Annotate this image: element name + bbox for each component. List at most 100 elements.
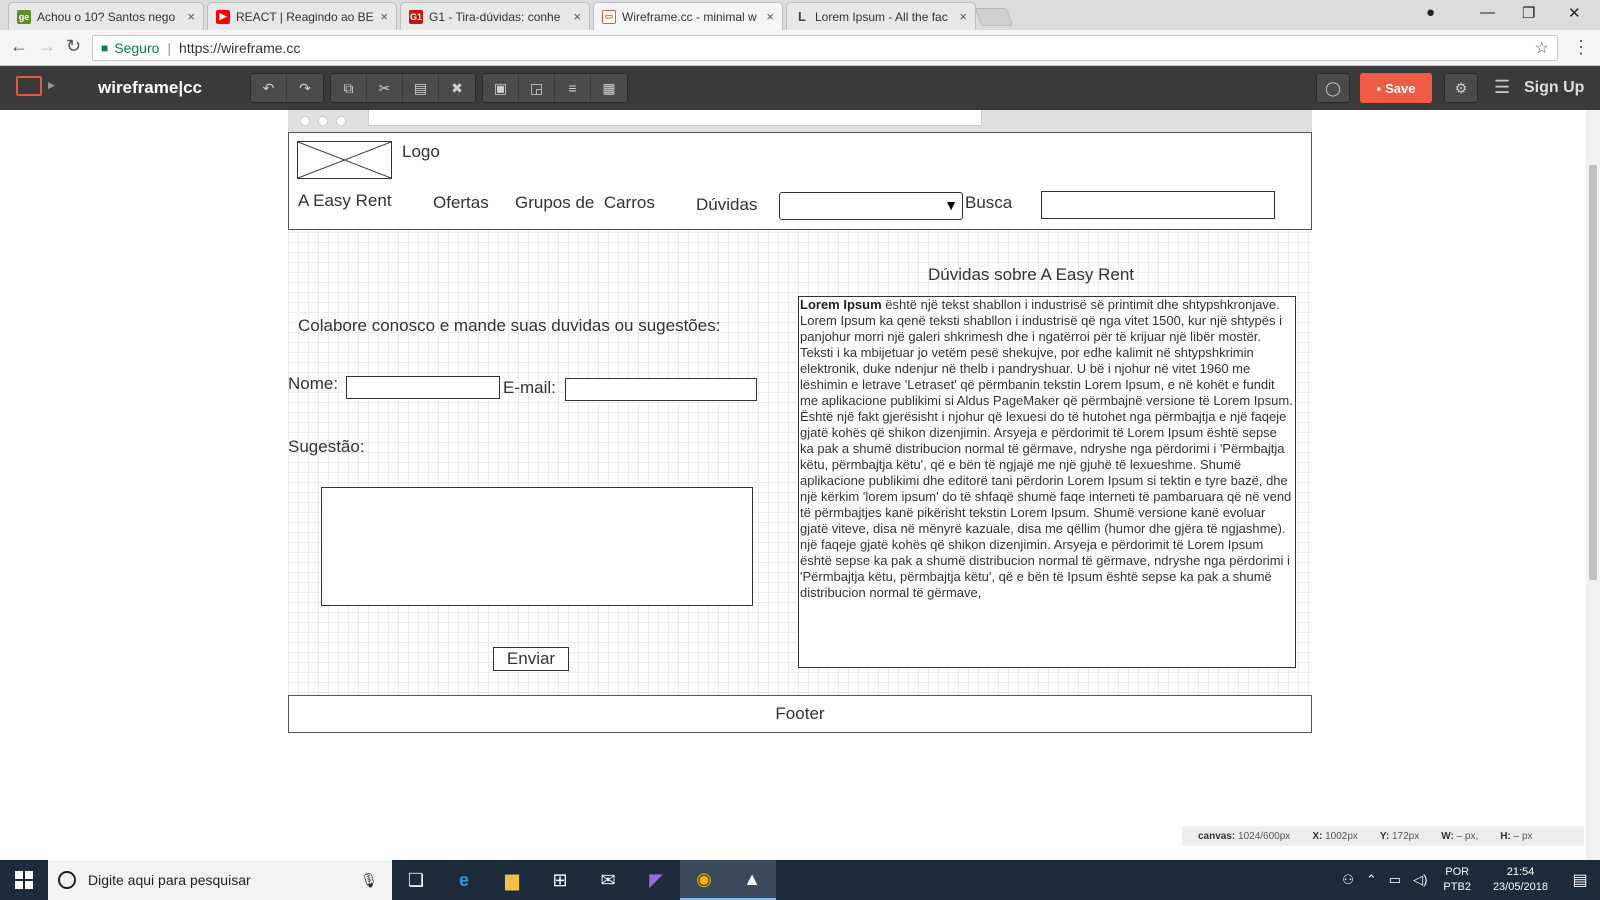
browser-tab[interactable]: ge Achou o 10? Santos nego ×: [8, 2, 204, 30]
faq-bold-lead: Lorem Ipsum: [800, 297, 882, 312]
app-toolbar: ▶ wireframe|cc ↶ ↷ ⧉ ✂ ▤ ✖ ▣ ◲ ≡ ▦ ◯ ▪ S…: [0, 66, 1600, 110]
window-dot: [300, 116, 310, 126]
forward-icon[interactable]: →: [38, 36, 56, 57]
notification-icon[interactable]: ▤: [1560, 870, 1600, 890]
undo-icon[interactable]: ↶: [251, 74, 287, 102]
tab-title: Achou o 10? Santos nego: [37, 9, 176, 24]
edge-icon[interactable]: e: [440, 860, 488, 900]
taskbar-search[interactable]: Digite aqui para pesquisar 🎙: [48, 860, 392, 900]
search-input[interactable]: [1041, 191, 1275, 219]
image-placeholder[interactable]: [297, 141, 392, 179]
browser-tab-active[interactable]: ▭ Wireframe.cc - minimal w ×: [593, 2, 783, 30]
faq-text: është një tekst shabllon i industrisë së…: [800, 297, 1293, 408]
align-icon[interactable]: ≡: [555, 74, 591, 102]
sugestao-textarea[interactable]: [321, 487, 753, 606]
save-label: Save: [1385, 80, 1416, 96]
restore-icon[interactable]: ❐: [1522, 4, 1535, 22]
paste-icon[interactable]: ▤: [403, 74, 439, 102]
nav-brand[interactable]: A Easy Rent: [298, 191, 392, 211]
dropdown-arrow-icon: ▼: [944, 197, 958, 213]
people-icon[interactable]: ⚇: [1342, 872, 1354, 888]
minimize-icon[interactable]: —: [1480, 4, 1495, 21]
share-icon[interactable]: ⚙: [1444, 73, 1478, 103]
lock-element-icon[interactable]: ▣: [483, 74, 519, 102]
visual-studio-icon[interactable]: ◤: [632, 860, 680, 900]
x-readout: X: 1002px: [1312, 830, 1358, 842]
chevron-up-icon[interactable]: ⌃: [1366, 872, 1377, 888]
save-button[interactable]: ▪ Save: [1360, 73, 1432, 103]
microphone-icon[interactable]: 🎙: [360, 872, 378, 889]
contact-heading: Colabore conosco e mande suas duvidas ou…: [298, 316, 721, 335]
task-view-icon[interactable]: ❏: [392, 860, 440, 900]
signup-link[interactable]: Sign Up: [1524, 79, 1584, 97]
reload-icon[interactable]: ↻: [66, 36, 81, 57]
canvas-status-bar: canvas: 1024/600px X: 1002px Y: 172px W:…: [1182, 826, 1584, 846]
bookmark-star-icon[interactable]: ☆: [1535, 38, 1549, 58]
close-icon[interactable]: ×: [380, 9, 388, 24]
y-readout: Y: 172px: [1379, 830, 1420, 842]
start-button[interactable]: [0, 860, 48, 900]
windows-taskbar: Digite aqui para pesquisar 🎙 ❏ e ▆ ⊞ ✉ ◤…: [0, 860, 1600, 900]
browser-menu-icon[interactable]: ⋮: [1572, 37, 1590, 58]
email-label: E-mail:: [503, 378, 556, 397]
redo-icon[interactable]: ↷: [287, 74, 323, 102]
vertical-scrollbar[interactable]: [1586, 110, 1600, 860]
w-readout: W: – px,: [1441, 830, 1479, 842]
image-cross-icon: [297, 141, 392, 179]
globoesporte-icon: ge: [17, 9, 31, 24]
wireframe-canvas[interactable]: Logo A Easy Rent Ofertas Grupos de Carro…: [288, 132, 1312, 733]
new-tab-button[interactable]: [974, 8, 1014, 26]
logo-label: Logo: [402, 142, 440, 161]
history-group: ↶ ↷: [250, 73, 324, 103]
hamburger-icon[interactable]: ☰: [1494, 77, 1510, 98]
browser-tab[interactable]: L Lorem Ipsum - All the fac ×: [786, 2, 976, 30]
bring-front-icon[interactable]: ◲: [519, 74, 555, 102]
close-icon[interactable]: ×: [959, 9, 967, 24]
site-header[interactable]: Logo A Easy Rent Ofertas Grupos de Carro…: [288, 132, 1312, 230]
system-tray: ⚇ ⌃ ▭ ◁) POR PTB2 21:54 23/05/2018 ▤: [1336, 860, 1600, 900]
lock-icon: ■: [101, 41, 109, 55]
mockup-url-bar: [368, 110, 982, 126]
delete-icon[interactable]: ✖: [439, 74, 475, 102]
file-explorer-icon[interactable]: ▆: [488, 860, 536, 900]
duplicate-icon[interactable]: ⧉: [331, 74, 367, 102]
tab-title: Wireframe.cc - minimal w: [622, 9, 757, 24]
faq-text-box[interactable]: Lorem Ipsum është një tekst shabllon i i…: [798, 296, 1296, 668]
nome-field[interactable]: [346, 376, 500, 399]
back-icon[interactable]: ←: [10, 36, 28, 57]
photos-icon[interactable]: ▲: [728, 860, 776, 900]
nav-duvidas[interactable]: Dúvidas: [696, 195, 757, 215]
group-icon[interactable]: ▦: [591, 74, 627, 102]
youtube-icon: ▶: [216, 9, 230, 24]
tab-title: Lorem Ipsum - All the fac: [815, 9, 948, 24]
comment-icon[interactable]: ◯: [1316, 73, 1350, 103]
duvidas-dropdown[interactable]: ▼: [779, 192, 963, 220]
email-field[interactable]: [565, 378, 757, 401]
close-icon[interactable]: ×: [766, 9, 774, 24]
close-icon[interactable]: ×: [187, 9, 195, 24]
volume-icon[interactable]: ◁): [1413, 872, 1427, 888]
close-icon[interactable]: ×: [573, 9, 581, 24]
arrange-group: ▣ ◲ ≡ ▦: [482, 73, 628, 103]
close-window-icon[interactable]: ✕: [1568, 4, 1581, 22]
cut-icon[interactable]: ✂: [367, 74, 403, 102]
scrollbar-thumb[interactable]: [1589, 165, 1597, 580]
url-input[interactable]: ■ Seguro | https://wireframe.cc ☆: [92, 35, 1558, 61]
network-icon[interactable]: ▭: [1389, 872, 1401, 888]
input-language[interactable]: POR PTB2: [1443, 865, 1471, 895]
profile-icon[interactable]: ●: [1426, 4, 1435, 21]
browser-tab[interactable]: G1 G1 - Tira-dúvidas: conhe ×: [400, 2, 590, 30]
clock[interactable]: 21:54 23/05/2018: [1493, 865, 1548, 895]
mail-icon[interactable]: ✉: [584, 860, 632, 900]
app-menu-icon[interactable]: [16, 76, 42, 96]
clock-date: 23/05/2018: [1492, 881, 1548, 893]
enviar-button[interactable]: Enviar: [493, 647, 569, 671]
canvas-workspace: Logo A Easy Rent Ofertas Grupos de Carro…: [0, 110, 1600, 860]
site-footer[interactable]: Footer: [288, 695, 1312, 733]
faq-title: Dúvidas sobre A Easy Rent: [928, 265, 1135, 284]
chrome-icon[interactable]: ◉: [680, 860, 728, 900]
nav-ofertas[interactable]: Ofertas: [433, 193, 489, 213]
browser-tab[interactable]: ▶ REACT | Reagindo ao BES ×: [207, 2, 397, 30]
nav-grupos[interactable]: Grupos de Carros: [515, 193, 655, 213]
store-icon[interactable]: ⊞: [536, 860, 584, 900]
